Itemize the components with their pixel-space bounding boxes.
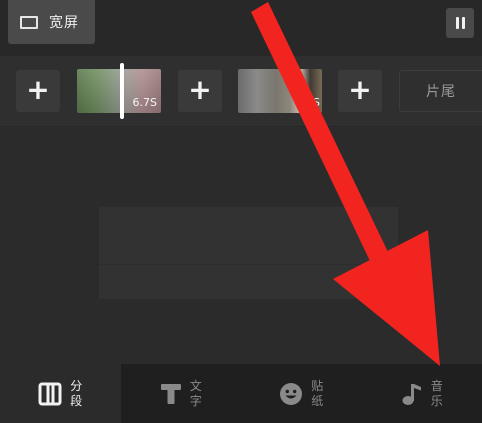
preview-divider bbox=[99, 264, 398, 265]
tool-label-line: 音 bbox=[430, 378, 443, 393]
tool-sticker-label: 贴 纸 bbox=[311, 379, 323, 409]
tool-music-label: 音 乐 bbox=[431, 379, 443, 409]
tool-label-line: 乐 bbox=[430, 393, 443, 408]
clip-duration: 6.7S bbox=[132, 96, 157, 109]
pause-icon bbox=[461, 17, 465, 29]
aspect-ratio-icon bbox=[20, 15, 38, 29]
tool-label-line: 文 bbox=[189, 378, 202, 393]
smiley-icon bbox=[280, 382, 303, 405]
plus-icon: + bbox=[188, 72, 212, 106]
tool-text-label: 文 字 bbox=[190, 379, 202, 409]
clip-timeline[interactable]: + 6.7S + S + 片尾 bbox=[0, 56, 482, 127]
outro-button[interactable]: 片尾 bbox=[399, 70, 482, 112]
preview-area bbox=[0, 127, 482, 364]
tool-music[interactable]: 音 乐 bbox=[362, 364, 482, 423]
text-t-icon bbox=[160, 383, 181, 404]
pause-icon bbox=[455, 17, 459, 29]
tool-text[interactable]: 文 字 bbox=[121, 364, 242, 423]
plus-icon: + bbox=[348, 72, 372, 106]
tool-sticker[interactable]: 贴 纸 bbox=[241, 364, 362, 423]
preview-placeholder bbox=[99, 207, 398, 299]
widescreen-label: 宽屏 bbox=[49, 15, 79, 31]
top-bar: 宽屏 bbox=[0, 0, 482, 56]
tool-label-line: 贴 bbox=[311, 378, 324, 393]
tool-segment[interactable]: 分 段 bbox=[0, 364, 121, 423]
tool-label-line: 字 bbox=[189, 393, 202, 408]
clip-duration: S bbox=[313, 96, 320, 109]
add-clip-button[interactable]: + bbox=[16, 70, 60, 112]
music-note-icon bbox=[402, 383, 421, 405]
playhead[interactable] bbox=[120, 63, 124, 119]
video-clip-1[interactable]: 6.7S bbox=[77, 69, 161, 113]
widescreen-button[interactable]: 宽屏 bbox=[8, 0, 95, 44]
video-editor-screen: 宽屏 + 6.7S + S + 片尾 分 段 文 字 贴 纸 音 乐 bbox=[0, 0, 482, 423]
plus-icon: + bbox=[26, 72, 50, 106]
columns-icon bbox=[38, 382, 62, 405]
tool-label-line: 段 bbox=[70, 393, 83, 408]
pause-button[interactable] bbox=[446, 8, 474, 38]
add-clip-button[interactable]: + bbox=[338, 70, 382, 112]
bottom-toolbar: 分 段 文 字 贴 纸 音 乐 bbox=[0, 364, 482, 423]
add-clip-button[interactable]: + bbox=[178, 70, 222, 112]
tool-label-line: 分 bbox=[70, 378, 83, 393]
tool-segment-label: 分 段 bbox=[70, 379, 82, 409]
video-clip-2[interactable]: S bbox=[238, 69, 322, 113]
tool-label-line: 纸 bbox=[311, 393, 324, 408]
